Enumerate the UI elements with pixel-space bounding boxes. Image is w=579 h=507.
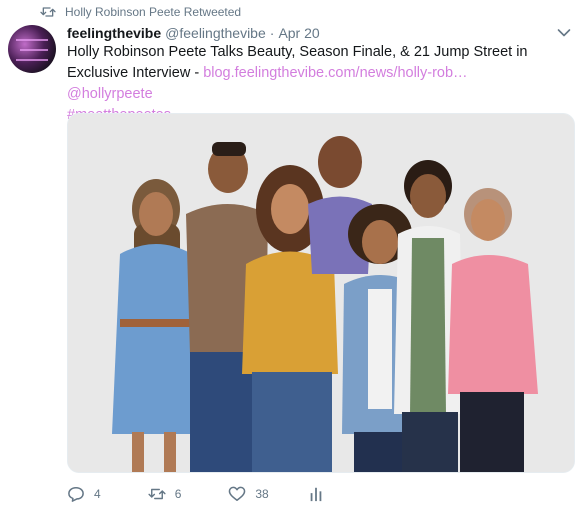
analytics-icon (310, 487, 322, 502)
reply-icon (68, 487, 84, 502)
retweet-button[interactable]: 6 (148, 486, 182, 502)
mention-link[interactable]: @hollyrpeete (67, 86, 153, 102)
retweet-action-icon (148, 488, 166, 500)
heart-icon (229, 486, 246, 501)
avatar[interactable] (8, 25, 56, 73)
retweet-count: 6 (174, 487, 182, 501)
chevron-down-icon[interactable] (557, 28, 571, 38)
reply-count: 4 (94, 487, 101, 501)
reply-button[interactable]: 4 (67, 486, 101, 502)
author-name[interactable]: feelingthevibe (67, 25, 161, 41)
retweet-icon (40, 7, 56, 17)
tweet-link[interactable]: blog.feelingthevibe.com/news/holly-rob… (203, 65, 467, 81)
family-photo-illustration (68, 114, 574, 472)
retweet-context-text: Holly Robinson Peete Retweeted (65, 5, 242, 19)
tweet-photo[interactable] (67, 113, 575, 473)
analytics-button[interactable] (307, 486, 325, 502)
header-separator: · (269, 25, 275, 41)
author-handle[interactable]: @feelingthevibe (165, 25, 266, 41)
tweet-actions: 4 6 38 (67, 484, 325, 504)
like-count: 38 (255, 487, 269, 501)
timestamp[interactable]: Apr 20 (278, 25, 319, 41)
retweet-context[interactable]: Holly Robinson Peete Retweeted (40, 4, 241, 20)
tweet-header: feelingthevibe @feelingthevibe · Apr 20 (67, 25, 320, 41)
like-button[interactable]: 38 (228, 486, 269, 502)
